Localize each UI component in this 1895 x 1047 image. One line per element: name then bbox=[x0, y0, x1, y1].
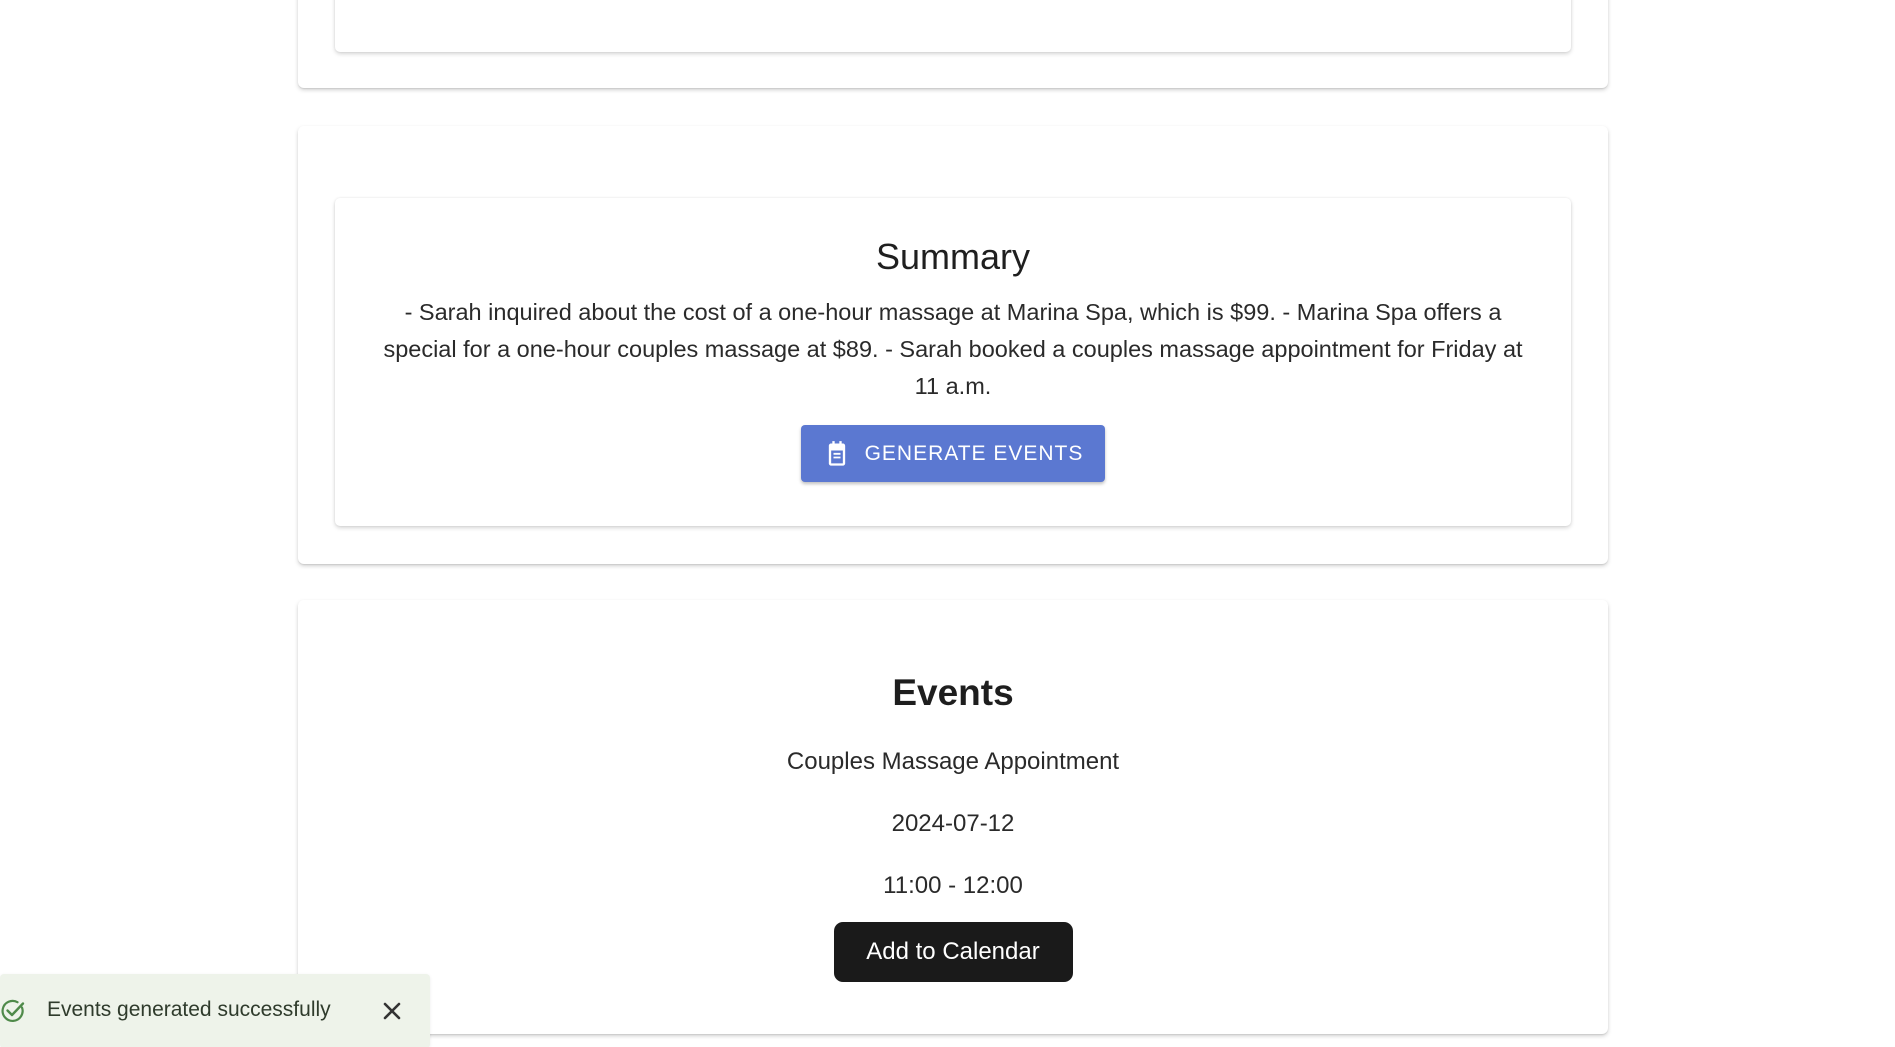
summary-inner-card: Summary - Sarah inquired about the cost … bbox=[335, 198, 1571, 526]
transcript-inner-card bbox=[335, 0, 1571, 52]
calendar-icon bbox=[828, 440, 845, 466]
events-card: Events Couples Massage Appointment 2024-… bbox=[298, 600, 1608, 1034]
add-to-calendar-button[interactable]: Add to Calendar bbox=[833, 922, 1073, 982]
check-circle-icon bbox=[1, 999, 25, 1022]
summary-text: - Sarah inquired about the cost of a one… bbox=[383, 299, 1523, 399]
event-time: 11:00 - 12:00 bbox=[883, 872, 1023, 899]
events-title: Events bbox=[892, 672, 1014, 713]
toast-close-button[interactable] bbox=[380, 999, 404, 1023]
generate-events-label: GENERATE EVENTS bbox=[864, 441, 1084, 465]
summary-title: Summary bbox=[875, 236, 1031, 277]
close-icon bbox=[383, 1002, 401, 1020]
success-toast: Events generated successfully bbox=[0, 974, 430, 1047]
event-date: 2024-07-12 bbox=[891, 810, 1015, 837]
event-item: Couples Massage Appointment 2024-07-12 1… bbox=[298, 748, 1608, 982]
page: Summary - Sarah inquired about the cost … bbox=[0, 0, 1895, 1047]
transcript-card bbox=[298, 0, 1608, 88]
summary-card: Summary - Sarah inquired about the cost … bbox=[298, 126, 1608, 564]
toast-message: Events generated successfully bbox=[47, 998, 331, 1021]
event-name: Couples Massage Appointment bbox=[786, 748, 1120, 775]
generate-events-button[interactable]: GENERATE EVENTS bbox=[801, 425, 1105, 482]
